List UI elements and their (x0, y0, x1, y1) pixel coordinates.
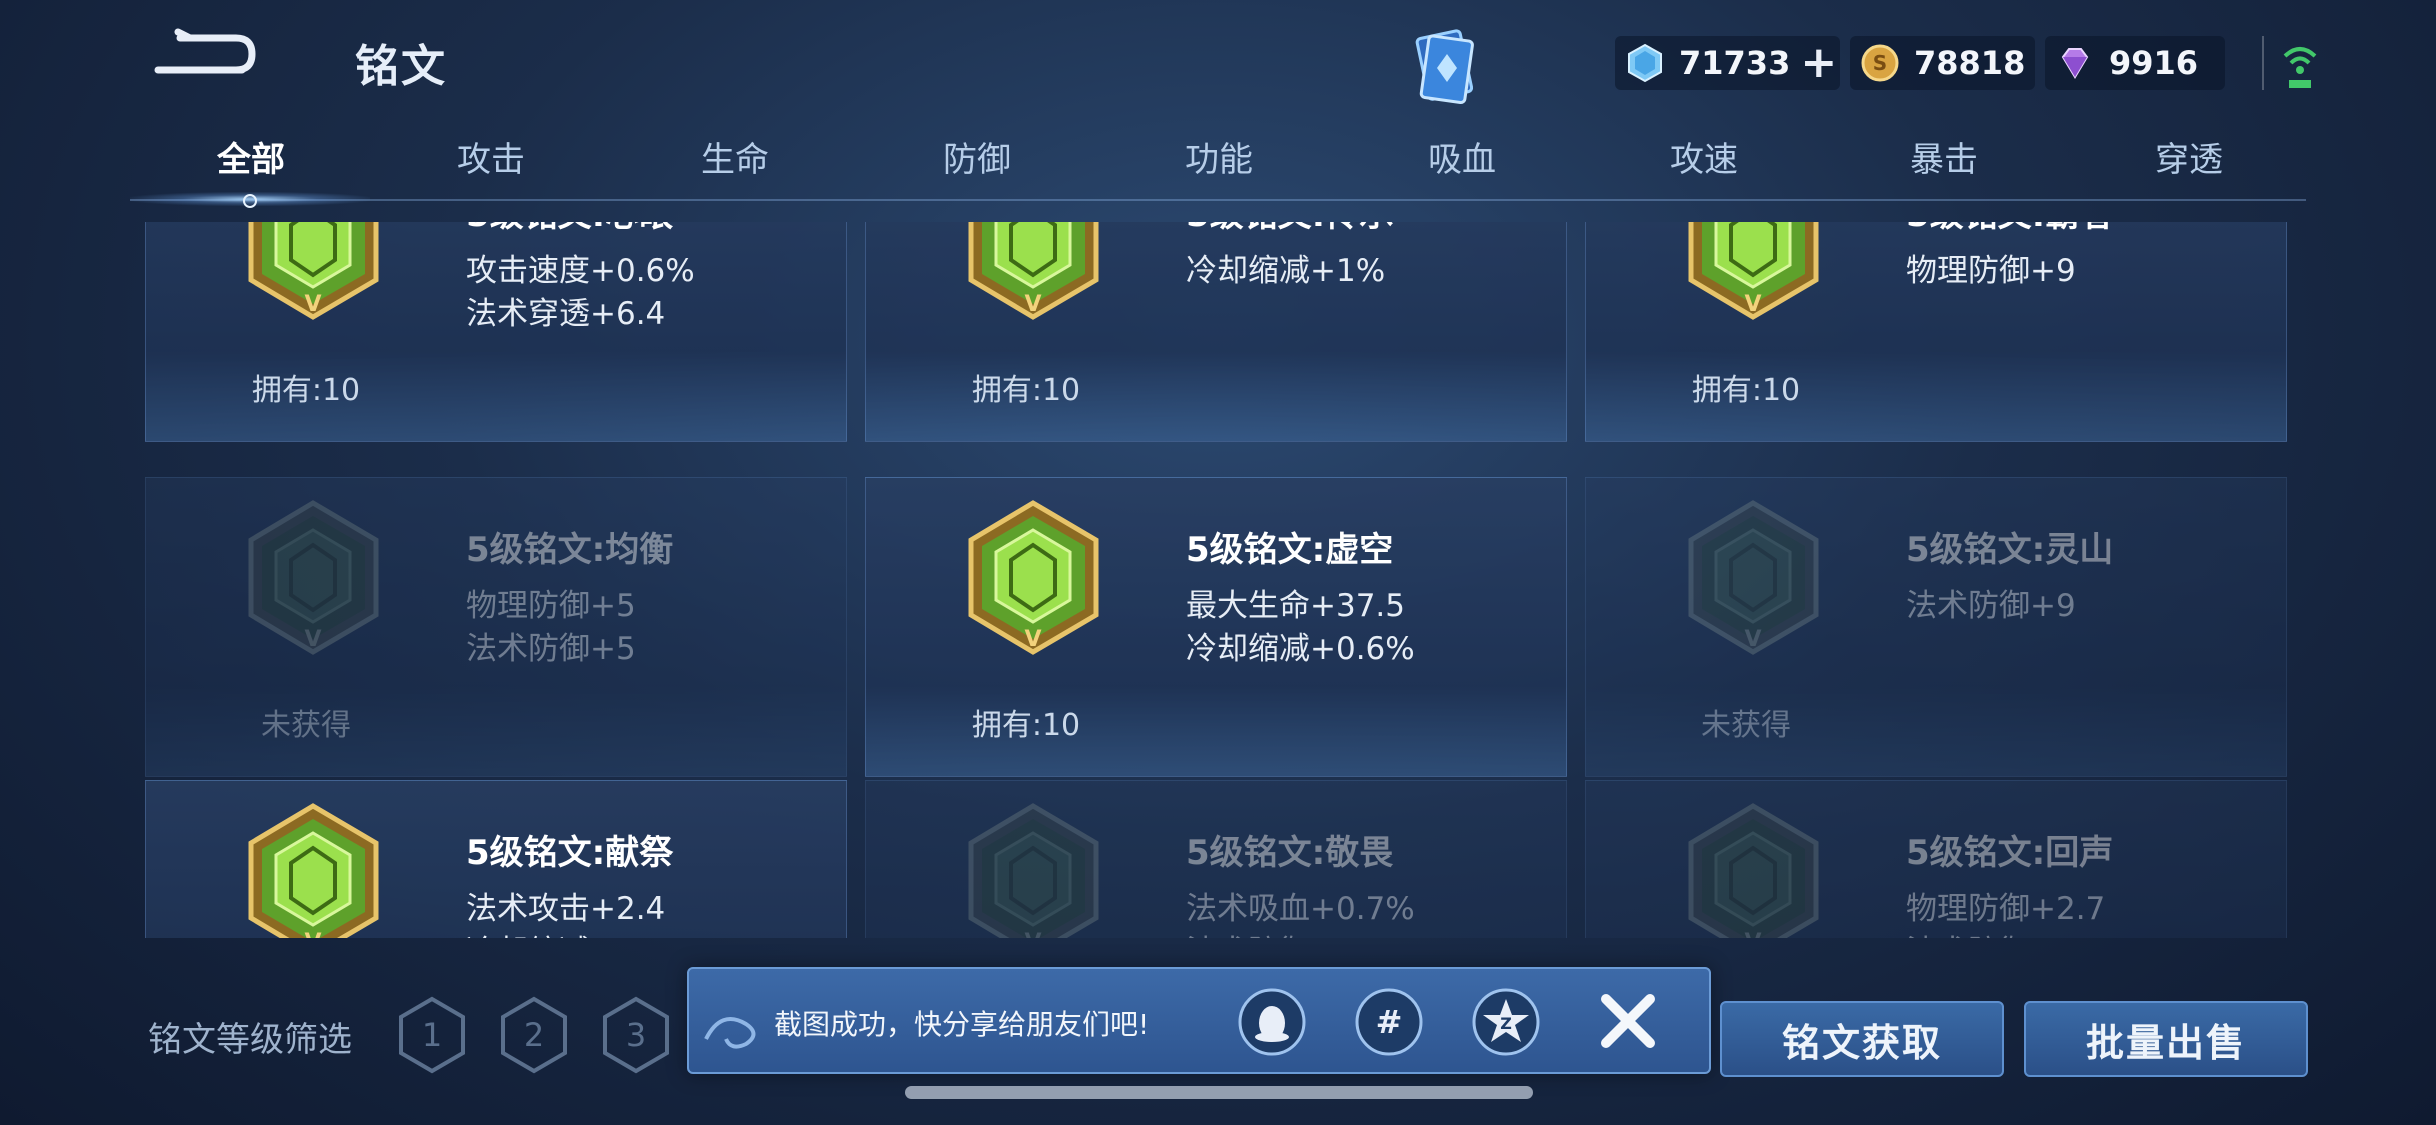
rune-emblem-icon (1686, 222, 1821, 320)
svg-text:S: S (1873, 51, 1887, 75)
level-filter-label: 3 (626, 1016, 646, 1054)
rune-level-filter-label: 铭文等级筛选 (148, 1020, 352, 1060)
category-tabs: 全部 攻击 生命 防御 功能 吸血 攻速 暴击 穿透 (130, 132, 2306, 202)
tab-defense[interactable]: 防御 (877, 132, 1077, 181)
level-filter-1[interactable]: 1 (397, 996, 467, 1074)
rune-card[interactable]: 5级铭文:心眼 攻击速度+0.6% 法术穿透+6.4 拥有:10 (145, 222, 847, 442)
rune-owned-count: 拥有:10 (971, 708, 1081, 743)
rune-owned-count: 拥有:10 (971, 373, 1081, 408)
add-gem-button[interactable]: + (1800, 41, 1837, 85)
rune-stat: 物理防御+9 (1906, 253, 2076, 289)
rune-stat: 物理防御+5 (466, 588, 636, 624)
rune-stat: 冷却缩减+0.6% (1186, 631, 1415, 667)
level-filter-2[interactable]: 2 (499, 996, 569, 1074)
swirl-decoration-icon (704, 1017, 756, 1049)
screenshot-share-toast: 截图成功，快分享给朋友们吧! # Z (687, 967, 1711, 1074)
rune-card[interactable]: 5级铭文:虚空 最大生命+37.5 冷却缩减+0.6% 拥有:10 (865, 477, 1567, 777)
rune-owned-count: 拥有:10 (251, 373, 361, 408)
rune-emblem-icon (966, 500, 1101, 655)
rune-emblem-icon (1686, 500, 1821, 655)
rune-card[interactable]: 5级铭文:传承 冷却缩减+1% 拥有:10 (865, 222, 1567, 442)
rune-acquire-button[interactable]: 铭文获取 (1720, 1001, 2004, 1077)
tab-attack[interactable]: 攻击 (391, 132, 591, 181)
rune-name: 5级铭文:献祭 (466, 833, 674, 873)
tab-divider-line (130, 199, 2306, 201)
rune-card-locked[interactable]: 5级铭文:均衡 物理防御+5 法术防御+5 未获得 (145, 477, 847, 777)
level-filter-3[interactable]: 3 (601, 996, 671, 1074)
tab-health[interactable]: 生命 (635, 132, 835, 181)
rune-stat: 法术攻击+2.4 (466, 891, 666, 927)
rune-name: 5级铭文:心眼 (466, 222, 673, 236)
rune-name: 5级铭文:霸者 (1906, 222, 2113, 236)
gold-amount: 78818 (1914, 44, 2026, 82)
svg-text:#: # (1376, 1003, 1403, 1041)
rune-stat: 法术防御+9 (1906, 588, 2076, 624)
rune-stat: 法术防御+5.9 (1186, 926, 1385, 938)
rune-name: 5级铭文:灵山 (1906, 530, 2114, 570)
rune-stat: 法术防御+5 (466, 631, 636, 667)
rune-stat: 冷却缩减+1% (1186, 253, 1386, 289)
rune-owned-count: 拥有:10 (1691, 373, 1801, 408)
level-filter-label: 2 (524, 1016, 544, 1054)
gold-coin-icon: S (1861, 44, 1899, 82)
rune-card-locked[interactable]: 5级铭文:灵山 法术防御+9 未获得 (1585, 477, 2287, 777)
rune-stat: 物理防御+2.7 (1906, 891, 2106, 927)
qzone-share-icon[interactable]: Z (1471, 987, 1541, 1057)
rune-emblem-icon (966, 222, 1101, 320)
bulk-sell-button[interactable]: 批量出售 (2024, 1001, 2308, 1077)
top-bar: 铭文 71733 + S 78818 9916 (0, 0, 2436, 130)
rune-name: 5级铭文:虚空 (1186, 530, 1394, 570)
rune-stat: 攻击速度+0.6% (466, 253, 695, 289)
rune-card-locked[interactable]: 5级铭文:敬畏 法术吸血+0.7% 法术防御+5.9 (865, 780, 1567, 938)
rune-emblem-icon (246, 803, 381, 938)
diamond-currency: 9916 (2045, 36, 2225, 90)
rune-emblem-icon (966, 803, 1101, 938)
rune-card-locked[interactable]: 5级铭文:回声 物理防御+2.7 法术防御+2.7 (1585, 780, 2287, 938)
gem-amount: 71733 (1679, 44, 1791, 82)
rune-stat: 冷却缩减+0.7% (466, 926, 695, 938)
rune-emblem-icon (246, 222, 381, 320)
wifi-signal-icon (2283, 47, 2317, 88)
qq-share-icon[interactable] (1237, 987, 1307, 1057)
rune-name: 5级铭文:传承 (1186, 222, 1393, 236)
tab-lifesteal[interactable]: 吸血 (1362, 132, 1562, 181)
wechat-moments-share-icon[interactable]: # (1354, 987, 1424, 1057)
gem-icon (1628, 43, 1662, 83)
tab-critical[interactable]: 暴击 (1844, 132, 2044, 181)
rune-emblem-icon (1686, 803, 1821, 938)
home-indicator[interactable] (905, 1086, 1533, 1099)
tab-attack-speed[interactable]: 攻速 (1604, 132, 1804, 181)
share-toast-message: 截图成功，快分享给朋友们吧! (774, 1008, 1150, 1041)
divider (2262, 36, 2264, 90)
rune-card-deck-icon[interactable] (1405, 28, 1485, 108)
rune-stat: 法术防御+2.7 (1906, 926, 2105, 938)
rune-card[interactable]: 5级铭文:霸者 物理防御+9 拥有:10 (1585, 222, 2287, 442)
rune-emblem-icon (246, 500, 381, 655)
gem-currency: 71733 + (1615, 36, 1840, 90)
active-tab-dot (243, 194, 257, 208)
rune-stat: 法术吸血+0.7% (1186, 891, 1415, 927)
rune-name: 5级铭文:均衡 (466, 530, 674, 570)
tab-penetration[interactable]: 穿透 (2089, 132, 2289, 181)
rune-card[interactable]: 5级铭文:献祭 法术攻击+2.4 冷却缩减+0.7% (145, 780, 847, 938)
svg-text:Z: Z (1500, 1014, 1512, 1033)
tab-function[interactable]: 功能 (1119, 132, 1319, 181)
rune-grid[interactable]: 5级铭文:心眼 攻击速度+0.6% 法术穿透+6.4 拥有:10 5级铭文:传承… (145, 222, 2290, 938)
close-icon[interactable] (1594, 987, 1662, 1055)
gold-currency: S 78818 (1850, 36, 2035, 90)
tab-all[interactable]: 全部 (151, 132, 351, 181)
rune-name: 5级铭文:敬畏 (1186, 833, 1394, 873)
back-arrow-icon[interactable] (150, 28, 260, 88)
diamond-amount: 9916 (2109, 44, 2199, 82)
rune-name: 5级铭文:回声 (1906, 833, 2114, 873)
level-filter-label: 1 (422, 1016, 442, 1054)
rune-stat: 最大生命+37.5 (1186, 588, 1405, 624)
rune-not-obtained: 未获得 (1701, 708, 1791, 743)
rune-not-obtained: 未获得 (261, 708, 351, 743)
purple-diamond-icon (2061, 48, 2089, 79)
rune-stat: 法术穿透+6.4 (466, 296, 666, 332)
page-title: 铭文 (355, 41, 447, 92)
